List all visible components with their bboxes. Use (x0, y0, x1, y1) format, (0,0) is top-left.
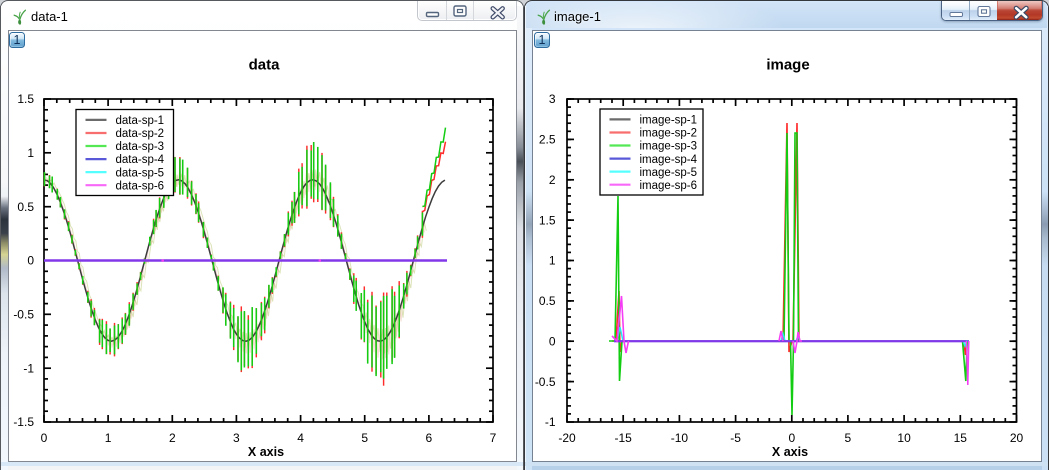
svg-text:2: 2 (169, 431, 176, 445)
svg-text:0: 0 (788, 431, 795, 445)
svg-text:-0.5: -0.5 (13, 308, 34, 322)
svg-text:data-sp-3: data-sp-3 (116, 141, 165, 153)
svg-text:image-sp-6: image-sp-6 (640, 180, 698, 192)
svg-text:20: 20 (1010, 431, 1024, 445)
svg-text:1: 1 (27, 146, 34, 160)
svg-text:data-sp-6: data-sp-6 (116, 180, 165, 192)
svg-text:data: data (249, 57, 281, 74)
svg-text:1: 1 (105, 431, 112, 445)
svg-text:image-sp-3: image-sp-3 (640, 141, 698, 153)
svg-text:0: 0 (549, 334, 556, 348)
svg-text:0: 0 (27, 254, 34, 268)
svg-text:image-sp-5: image-sp-5 (640, 167, 698, 179)
svg-text:image: image (766, 57, 809, 74)
svg-text:0.5: 0.5 (17, 200, 34, 214)
svg-text:X axis: X axis (248, 445, 284, 459)
svg-text:1.5: 1.5 (17, 92, 34, 106)
svg-text:5: 5 (845, 431, 852, 445)
svg-text:2.5: 2.5 (539, 133, 556, 147)
svg-text:image-sp-1: image-sp-1 (640, 115, 698, 127)
svg-text:image-sp-2: image-sp-2 (640, 128, 698, 140)
svg-text:-0.5: -0.5 (535, 375, 556, 389)
svg-text:3: 3 (549, 92, 556, 106)
svg-text:0: 0 (41, 431, 48, 445)
svg-text:1.5: 1.5 (539, 213, 556, 227)
svg-text:data-sp-2: data-sp-2 (116, 128, 165, 140)
svg-text:-1.5: -1.5 (13, 415, 34, 429)
svg-text:4: 4 (297, 431, 304, 445)
svg-text:7: 7 (490, 431, 497, 445)
svg-text:-5: -5 (730, 431, 741, 445)
svg-text:data-sp-4: data-sp-4 (116, 154, 165, 166)
svg-text:X axis: X axis (772, 445, 808, 459)
svg-text:-20: -20 (558, 431, 576, 445)
svg-text:2: 2 (549, 173, 556, 187)
svg-text:image-sp-4: image-sp-4 (640, 154, 698, 166)
svg-text:3: 3 (233, 431, 240, 445)
svg-text:-15: -15 (615, 431, 633, 445)
svg-text:5: 5 (361, 431, 368, 445)
svg-text:1: 1 (549, 254, 556, 268)
svg-text:data-sp-1: data-sp-1 (116, 115, 165, 127)
svg-text:data-sp-5: data-sp-5 (116, 167, 165, 179)
svg-text:-1: -1 (23, 361, 34, 375)
svg-text:-1: -1 (545, 415, 556, 429)
svg-text:0.5: 0.5 (539, 294, 556, 308)
svg-text:15: 15 (954, 431, 968, 445)
svg-text:10: 10 (897, 431, 911, 445)
svg-text:-10: -10 (671, 431, 689, 445)
svg-text:6: 6 (426, 431, 433, 445)
